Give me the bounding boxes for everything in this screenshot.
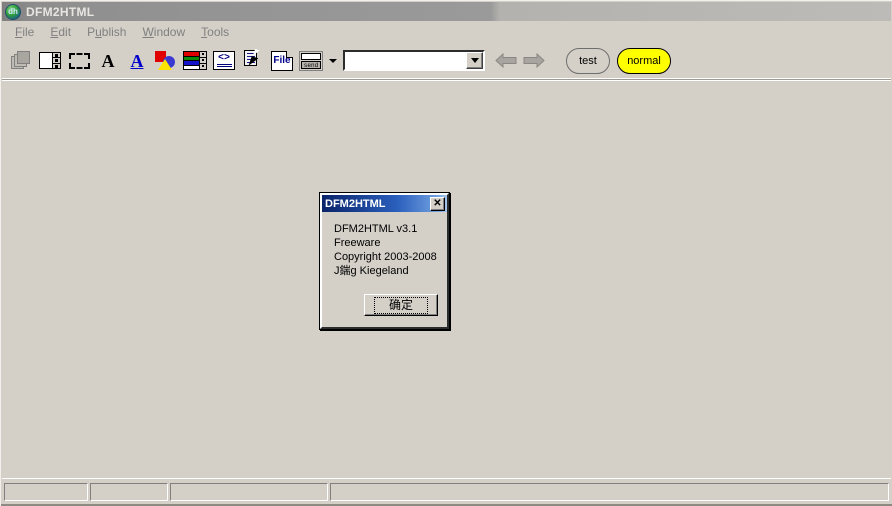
document-pointer-button[interactable] (240, 48, 266, 74)
status-panel-4 (329, 483, 889, 501)
shapes-button[interactable] (153, 48, 179, 74)
forward-button[interactable] (520, 48, 548, 74)
send-form-icon: send (299, 50, 323, 71)
dialog-ok-button[interactable]: 确定 (364, 294, 438, 316)
toolbar-combobox-input[interactable] (345, 52, 466, 69)
dialog-line-license: Freeware (334, 237, 381, 249)
status-panel-2 (89, 483, 168, 501)
link-text-icon: A (130, 50, 144, 71)
window-title: DFM2HTML (26, 4, 95, 19)
dialog-line-author: J鍴g Kiegeland (334, 265, 409, 277)
toolbar-combobox[interactable] (343, 50, 485, 71)
window-titlebar[interactable]: dh DFM2HTML (2, 2, 891, 21)
dialog-title: DFM2HTML (325, 197, 386, 210)
dialog-titlebar[interactable]: DFM2HTML ✕ (322, 195, 447, 212)
html-code-icon: <> (213, 51, 235, 70)
menu-rest-edit: dit (58, 24, 72, 39)
menu-rest-publish: blish (101, 24, 127, 39)
arrow-left-icon (495, 53, 517, 68)
status-panel-1 (4, 483, 88, 501)
menu-rest-tools: ools (207, 24, 230, 39)
app-icon-label: dh (8, 6, 18, 16)
menu-bar: File Edit Publish Window Tools (2, 21, 891, 42)
application-window: dh DFM2HTML File Edit Publish Window Too… (0, 0, 892, 506)
close-icon[interactable]: ✕ (430, 196, 445, 211)
app-icon: dh (5, 3, 21, 20)
frame-button[interactable] (37, 48, 63, 74)
toolbar: A A <> File send test normal (2, 42, 891, 80)
chevron-down-icon (329, 58, 337, 63)
menu-item-file[interactable]: File (8, 23, 43, 41)
about-dialog: DFM2HTML ✕ DFM2HTML v3.1 Freeware Copyri… (319, 192, 450, 330)
send-form-dropdown-button[interactable] (327, 48, 339, 74)
test-button-label: test (579, 54, 597, 67)
menu-item-tools[interactable]: Tools (194, 23, 238, 41)
test-button[interactable]: test (566, 47, 610, 74)
dialog-line-copyright: Copyright 2003-2008 (334, 251, 437, 263)
dialog-ok-label: 确定 (373, 296, 428, 314)
text-button[interactable]: A (95, 48, 121, 74)
menu-accel-publish: u (95, 24, 102, 39)
dialog-line-version: DFM2HTML v3.1 (334, 223, 418, 235)
selection-button[interactable] (66, 48, 92, 74)
text-icon: A (101, 50, 115, 71)
back-button[interactable] (492, 48, 520, 74)
dialog-body: DFM2HTML v3.1 Freeware Copyright 2003-20… (334, 222, 446, 278)
frame-icon (39, 52, 61, 69)
send-form-label: send (301, 60, 321, 69)
menu-item-window[interactable]: Window (135, 23, 194, 41)
menu-accel-window: W (142, 24, 154, 39)
normal-button[interactable]: normal (617, 47, 671, 74)
link-text-button[interactable]: A (124, 48, 150, 74)
menu-rest-file: ile (22, 24, 35, 39)
table-button[interactable] (182, 48, 208, 74)
html-code-button[interactable]: <> (211, 48, 237, 74)
status-bar (2, 478, 891, 506)
file-icon: File (271, 50, 293, 71)
menu-rest-window: indow (153, 24, 186, 39)
toolbar-combobox-arrow[interactable] (466, 52, 483, 69)
selection-icon (68, 52, 90, 69)
document-pointer-icon (242, 49, 264, 72)
menu-item-publish[interactable]: Publish (80, 23, 135, 41)
chevron-down-icon (470, 58, 479, 63)
file-button[interactable]: File (269, 48, 295, 74)
table-icon (183, 51, 207, 70)
shapes-icon (154, 50, 178, 72)
menu-pre-publish: P (87, 24, 96, 39)
status-panel-3 (169, 483, 328, 501)
menu-item-edit[interactable]: Edit (43, 23, 80, 41)
send-form-button[interactable]: send (298, 48, 324, 74)
pages-icon (11, 51, 31, 70)
normal-button-label: normal (627, 54, 661, 67)
arrow-right-icon (523, 53, 545, 68)
pages-button[interactable] (8, 48, 34, 74)
